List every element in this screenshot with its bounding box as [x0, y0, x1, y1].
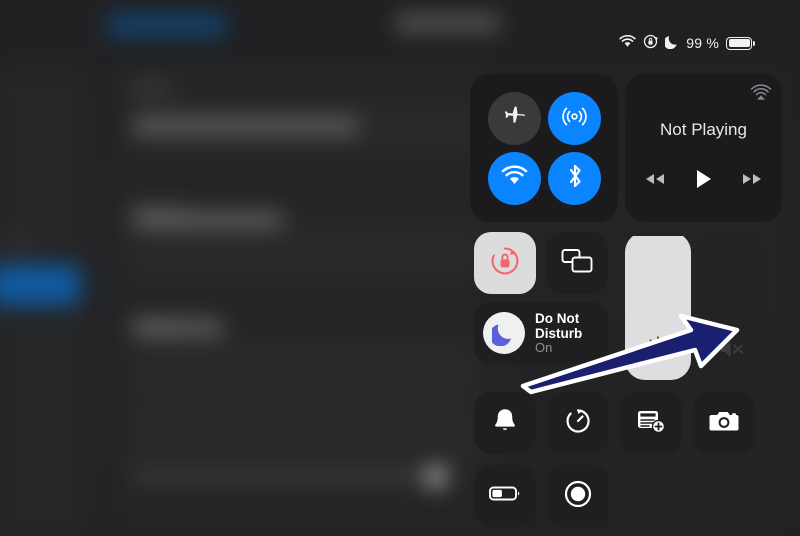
bluetooth-icon: [565, 162, 585, 195]
moon-icon: [663, 34, 679, 52]
brightness-slider[interactable]: [625, 232, 691, 380]
bell-icon: [491, 406, 519, 441]
media-title: Not Playing: [660, 119, 747, 139]
connectivity-module: [470, 74, 618, 222]
do-not-disturb-text: Do Not Disturb On: [535, 311, 601, 356]
battery-percent-label: 99 %: [686, 35, 719, 51]
media-playback-module[interactable]: Not Playing: [625, 74, 782, 222]
camera-icon: [708, 408, 740, 439]
airplane-mode-button[interactable]: [488, 92, 541, 145]
airdrop-icon: [561, 103, 588, 135]
wifi-icon: [619, 34, 636, 51]
note-add-icon: [635, 407, 667, 440]
do-not-disturb-button[interactable]: Do Not Disturb On: [474, 302, 608, 364]
battery-icon: [726, 36, 755, 50]
rotation-lock-icon: [488, 244, 522, 283]
media-controls: [644, 168, 763, 195]
do-not-disturb-state: On: [535, 339, 553, 355]
timer-icon: [563, 406, 593, 441]
screen-mirroring-button[interactable]: [546, 232, 608, 294]
rotation-lock-icon: [643, 34, 659, 52]
moon-icon: [483, 312, 525, 354]
battery-icon: [488, 484, 522, 508]
screen-recording-button[interactable]: [547, 465, 609, 527]
airplay-icon[interactable]: [750, 82, 772, 109]
status-bar: 99 %: [619, 34, 755, 52]
ipad-screen: 99 % Not Playing Do Not Disturb On: [0, 0, 800, 536]
record-icon: [562, 478, 594, 515]
notes-button[interactable]: [620, 392, 682, 454]
low-power-mode-button[interactable]: [474, 465, 536, 527]
volume-slider[interactable]: [698, 232, 764, 380]
airdrop-button[interactable]: [548, 92, 601, 145]
rewind-icon[interactable]: [644, 171, 666, 192]
brightness-sun-icon: [644, 334, 672, 367]
do-not-disturb-label: Do Not Disturb: [535, 310, 583, 341]
play-icon[interactable]: [694, 168, 713, 195]
camera-button[interactable]: [693, 392, 755, 454]
rotation-lock-button[interactable]: [474, 232, 536, 294]
timer-button[interactable]: [547, 392, 609, 454]
alarm-button[interactable]: [474, 392, 536, 454]
wifi-icon: [501, 165, 528, 192]
volume-muted-icon: [717, 336, 745, 367]
control-center: Not Playing Do Not Disturb On: [470, 74, 782, 528]
wifi-button[interactable]: [488, 152, 541, 205]
bluetooth-button[interactable]: [548, 152, 601, 205]
airplane-icon: [502, 103, 528, 134]
screen-mirroring-icon: [560, 247, 594, 280]
forward-icon[interactable]: [741, 171, 763, 192]
